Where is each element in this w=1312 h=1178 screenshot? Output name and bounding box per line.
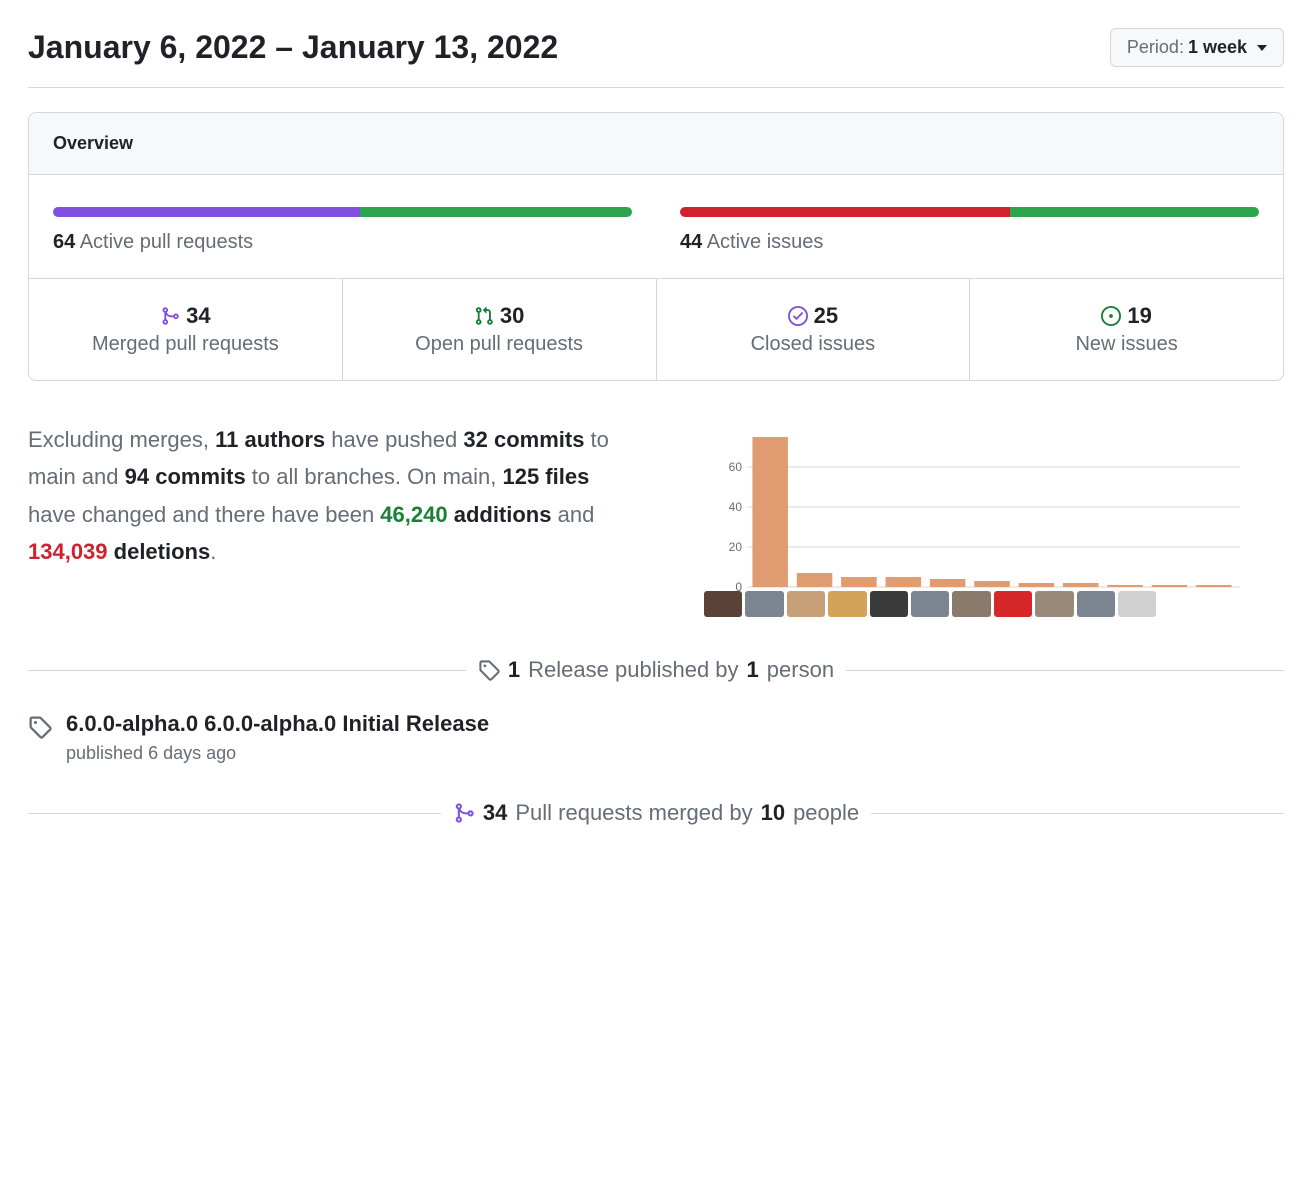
contributor-avatar[interactable] (1035, 591, 1073, 617)
period-label: Period: (1127, 37, 1184, 58)
stat-label: Open pull requests (351, 333, 648, 356)
pull-requests-summary[interactable]: 64 Active pull requests (53, 207, 632, 254)
contributor-avatar[interactable] (1118, 591, 1156, 617)
tag-icon (478, 659, 500, 681)
bar-chart: 0 20 40 60 (676, 421, 1284, 591)
chart-bar[interactable] (1063, 583, 1098, 587)
stat-count: 30 (500, 303, 524, 329)
chart-bar[interactable] (752, 437, 787, 587)
release-title: 6.0.0-alpha.0 6.0.0-alpha.0 Initial Rele… (66, 711, 489, 737)
stat-cell[interactable]: 30 Open pull requests (343, 279, 657, 380)
stat-cell[interactable]: 19 New issues (970, 279, 1283, 380)
contributor-avatar[interactable] (745, 591, 783, 617)
stat-count: 19 (1127, 303, 1151, 329)
contributor-avatar[interactable] (911, 591, 949, 617)
chart-bar[interactable] (1152, 585, 1187, 587)
issues-count: 44 (680, 231, 702, 253)
releases-section-header: 1 Release published by 1 person (28, 657, 1284, 683)
chart-bar[interactable] (1196, 585, 1231, 587)
svg-text:40: 40 (729, 500, 743, 514)
chart-bar[interactable] (974, 581, 1009, 587)
release-meta: published 6 days ago (66, 743, 489, 764)
overview-panel: Overview 64 Active pull requests 44 Acti… (28, 112, 1284, 381)
stat-label: New issues (978, 333, 1275, 356)
chart-bar[interactable] (797, 573, 832, 587)
issues-summary[interactable]: 44 Active issues (680, 207, 1259, 254)
stat-count: 34 (186, 303, 210, 329)
chart-bar[interactable] (886, 577, 921, 587)
merge-icon (160, 306, 180, 326)
dot-circle-icon (1101, 306, 1121, 326)
contributor-avatar[interactable] (787, 591, 825, 617)
svg-text:0: 0 (735, 580, 742, 591)
svg-text:60: 60 (729, 460, 743, 474)
stat-label: Merged pull requests (37, 333, 334, 356)
svg-text:20: 20 (729, 540, 743, 554)
contributor-avatar[interactable] (1077, 591, 1115, 617)
contributor-avatar[interactable] (952, 591, 990, 617)
prs-section-header: 34 Pull requests merged by 10 people (28, 800, 1284, 826)
contributor-avatar[interactable] (870, 591, 908, 617)
issues-bar (680, 207, 1259, 217)
merge-icon (453, 802, 475, 824)
stat-cell[interactable]: 25 Closed issues (657, 279, 971, 380)
chart-bar[interactable] (1107, 585, 1142, 587)
contributor-avatar[interactable] (704, 591, 742, 617)
period-value: 1 week (1188, 37, 1247, 58)
pr-label: Active pull requests (80, 231, 253, 253)
page-title: January 6, 2022 – January 13, 2022 (28, 29, 558, 66)
tag-icon (28, 715, 52, 739)
pr-count: 64 (53, 231, 75, 253)
chart-bar[interactable] (930, 579, 965, 587)
overview-title: Overview (29, 113, 1283, 175)
contributor-avatar[interactable] (994, 591, 1032, 617)
contributor-avatars (676, 591, 1284, 617)
contributors-chart: 0 20 40 60 (676, 421, 1284, 617)
stat-count: 25 (814, 303, 838, 329)
issues-label: Active issues (707, 231, 824, 253)
contributor-avatar[interactable] (828, 591, 866, 617)
check-circle-icon (788, 306, 808, 326)
chart-bar[interactable] (1019, 583, 1054, 587)
chart-bar[interactable] (841, 577, 876, 587)
pr-icon (474, 306, 494, 326)
chevron-down-icon (1257, 45, 1267, 51)
commit-summary: Excluding merges, 11 authors have pushed… (28, 421, 636, 617)
stat-label: Closed issues (665, 333, 962, 356)
release-item[interactable]: 6.0.0-alpha.0 6.0.0-alpha.0 Initial Rele… (28, 711, 1284, 764)
stat-cell[interactable]: 34 Merged pull requests (29, 279, 343, 380)
pull-requests-bar (53, 207, 632, 217)
period-dropdown[interactable]: Period: 1 week (1110, 28, 1284, 67)
